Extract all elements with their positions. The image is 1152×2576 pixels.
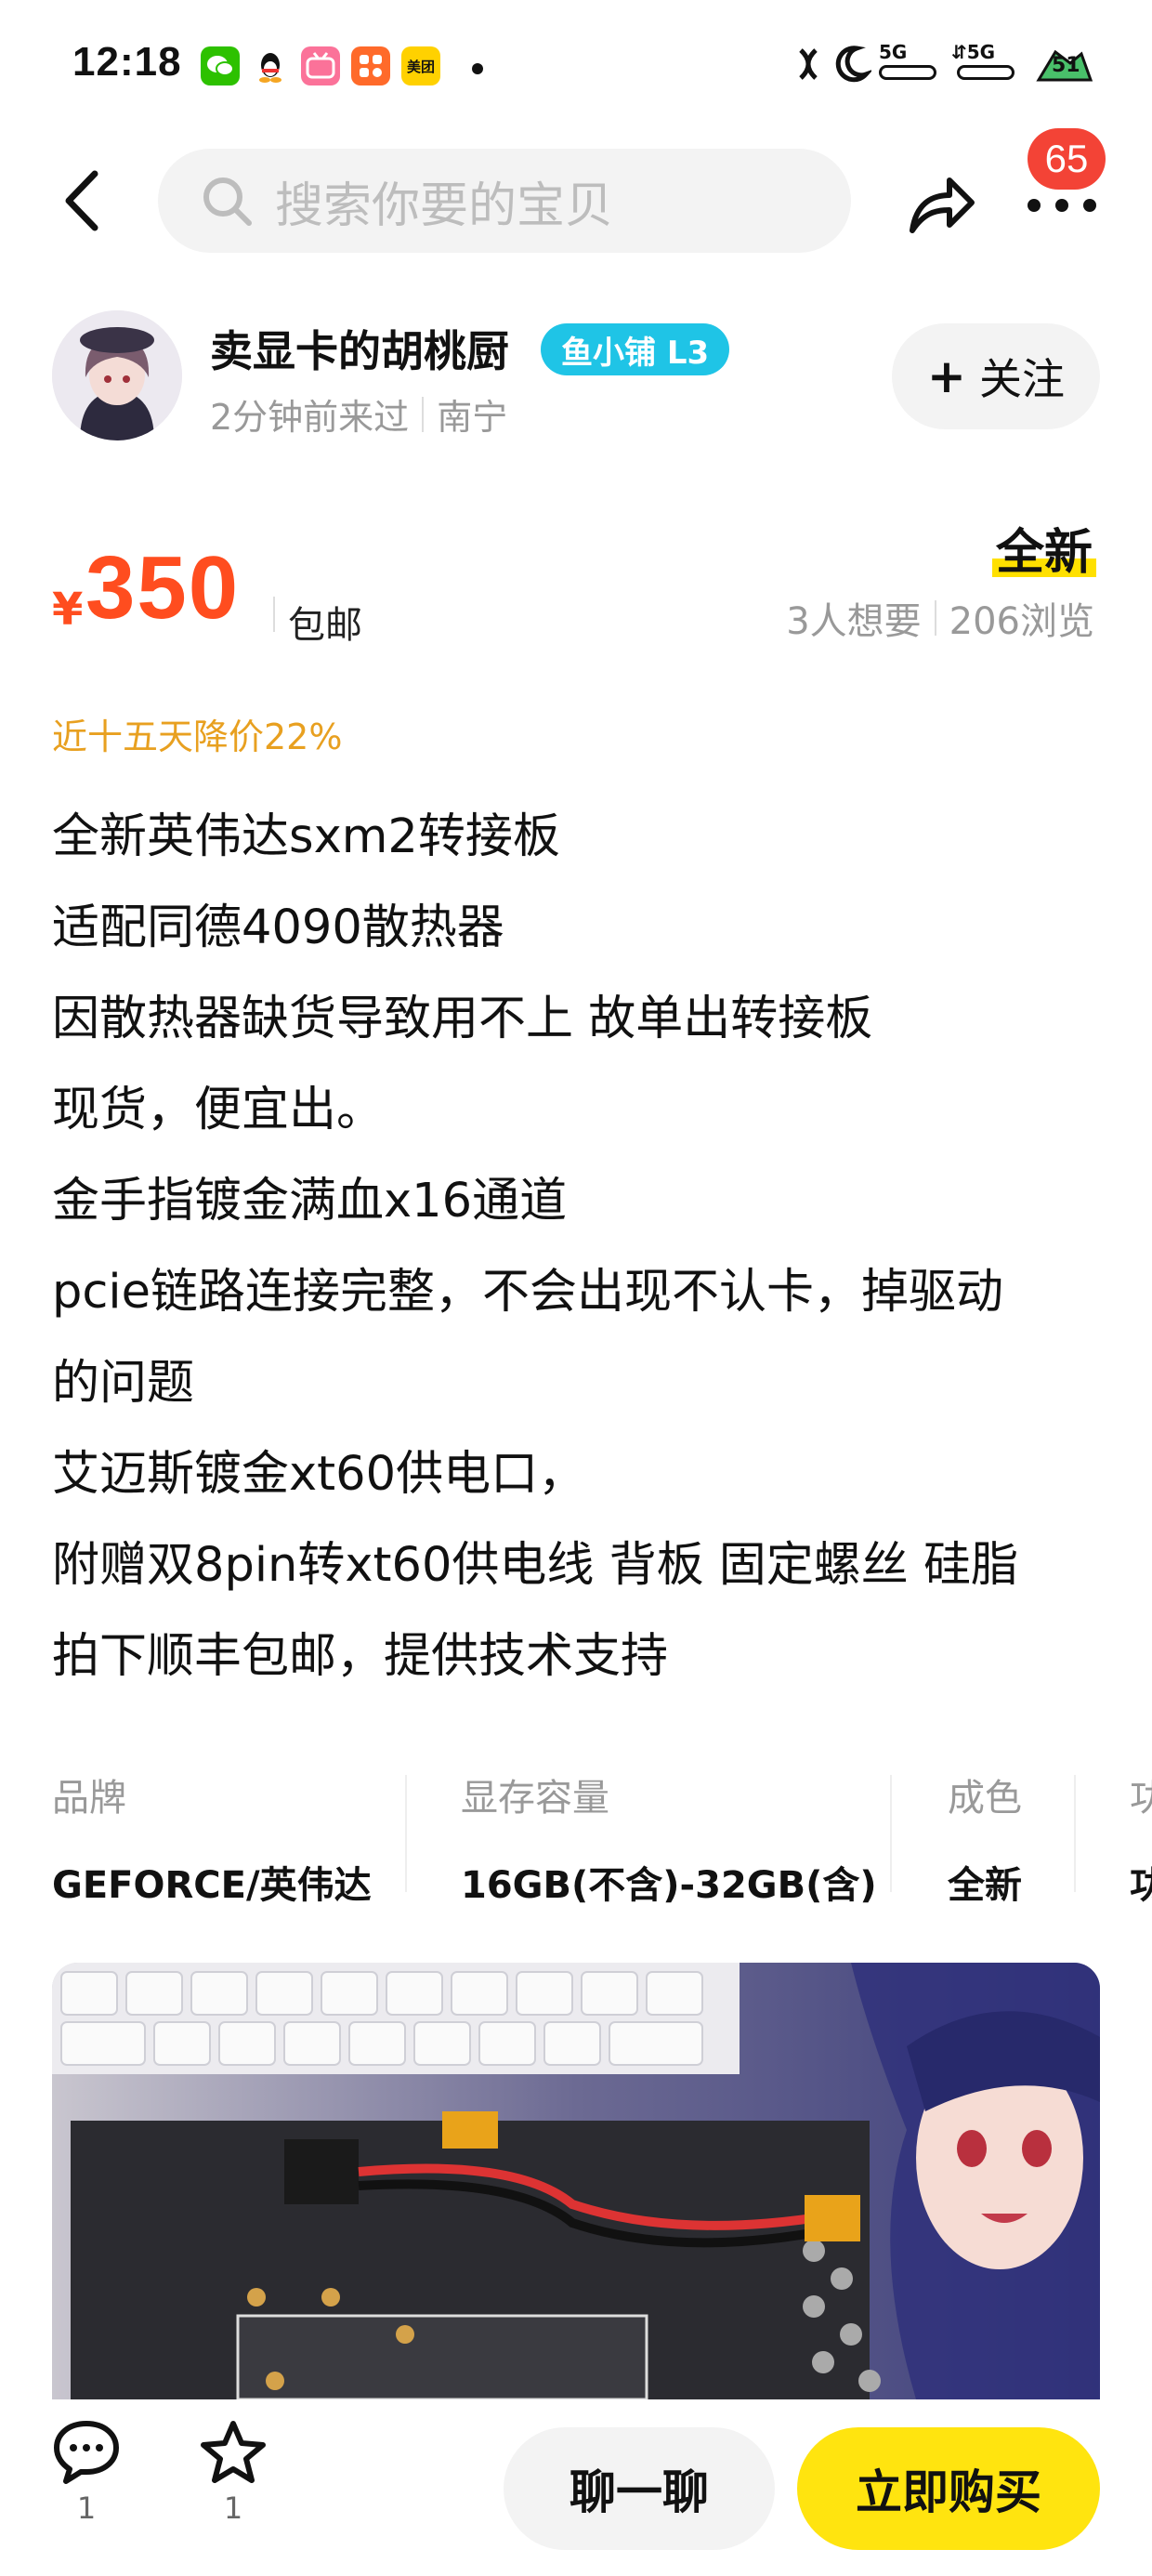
description-line: 因散热器缺货导致用不上 故单出转接板 (52, 992, 873, 1046)
wants-count: 3人想要 (786, 600, 922, 643)
notification-dot (472, 63, 483, 74)
divider (890, 1775, 892, 1892)
spec-condition: 成色 全新 (948, 1747, 1022, 1914)
share-icon (910, 177, 975, 233)
plus-icon: + (927, 349, 966, 403)
battery-icon: 51 (1035, 46, 1094, 84)
store-level-badge: 鱼小铺 L3 (541, 323, 730, 375)
share-button[interactable] (896, 164, 988, 247)
seller-location: 南宁 (437, 397, 508, 438)
more-dot-icon (1028, 199, 1041, 212)
description-line: 金手指镀金满血x16通道 (52, 1174, 568, 1229)
want-view-stats: 3人想要 206浏览 (786, 591, 1094, 645)
bilibili-icon (301, 46, 340, 85)
divider (273, 597, 275, 632)
comment-button[interactable]: 1 (45, 2418, 128, 2526)
status-time: 12:18 (72, 39, 182, 85)
signal-icon-2 (957, 65, 1015, 80)
divider (934, 600, 936, 636)
spec-value: 全新 (948, 1864, 1022, 1907)
search-icon (203, 177, 252, 226)
description-line: 拍下顺丰包邮，提供技术支持 (52, 1629, 669, 1684)
description-line: 艾迈斯镀金xt60供电口， (52, 1447, 586, 1502)
spec-brand: 品牌 GEFORCE/英伟达 (52, 1747, 372, 1914)
network-label-2: ⇵5G (951, 41, 996, 63)
views-count: 206浏览 (949, 600, 1094, 643)
seller-last-seen: 2分钟前来过 (210, 397, 410, 438)
star-icon (201, 2421, 266, 2483)
signal-icon-1 (879, 65, 936, 80)
chat-button[interactable]: 聊一聊 (504, 2427, 775, 2550)
spec-power: 功 功 (1130, 1747, 1152, 1914)
price-currency: ¥ (52, 584, 84, 636)
nfc-icon (799, 48, 818, 80)
comment-count: 1 (76, 2491, 97, 2526)
divider (405, 1775, 407, 1892)
favorite-button[interactable]: 1 (191, 2418, 275, 2526)
description-line: pcie链路连接完整，不会出现不认卡，掉驱动 (52, 1265, 1003, 1320)
more-dot-icon (1055, 199, 1068, 212)
shipping-label: 包邮 (288, 604, 362, 647)
bottom-action-bar: 1 1 聊一聊 立即购买 (0, 2399, 1152, 2576)
back-arrow-icon (65, 170, 98, 231)
comment-icon (54, 2421, 119, 2484)
spec-value: 16GB(不含)-32GB(含) (461, 1864, 877, 1907)
item-description: 全新英伟达sxm2转接板 适配同德4090散热器 因散热器缺货导致用不上 故单出… (52, 792, 1111, 1702)
seller-avatar[interactable] (52, 310, 182, 440)
description-line: 附赠双8pin转xt60供电线 背板 固定螺丝 硅脂 (52, 1538, 1019, 1593)
spec-key: 成色 (948, 1777, 1022, 1820)
seller-name[interactable]: 卖显卡的胡桃厨 (210, 318, 509, 379)
spec-vram: 显存容量 16GB(不含)-32GB(含) (461, 1747, 877, 1914)
spec-key: 品牌 (52, 1777, 126, 1820)
price-value: 350 (85, 538, 241, 637)
do-not-disturb-icon (835, 46, 871, 83)
spec-key: 显存容量 (461, 1777, 609, 1820)
follow-label: 关注 (978, 354, 1065, 404)
condition-tag: 全新 (991, 513, 1097, 583)
product-image[interactable] (52, 1963, 1100, 2399)
meituan-icon: 美团 (401, 46, 440, 85)
search-input[interactable]: 搜索你要的宝贝 (158, 149, 851, 253)
app-grid-icon (351, 46, 390, 85)
seller-meta: 2分钟前来过 南宁 (210, 388, 507, 440)
wechat-icon (201, 46, 240, 85)
spec-row[interactable]: 品牌 GEFORCE/英伟达 显存容量 16GB(不含)-32GB(含) 成色 … (52, 1747, 1152, 1914)
network-label-2-text: 5G (966, 41, 996, 63)
back-button[interactable] (48, 164, 113, 238)
divider (1074, 1775, 1076, 1892)
search-placeholder: 搜索你要的宝贝 (275, 177, 614, 234)
description-line: 全新英伟达sxm2转接板 (52, 809, 560, 864)
meituan-icon-text: 美团 (406, 58, 435, 75)
follow-button[interactable]: + 关注 (892, 323, 1100, 429)
description-line: 的问题 (52, 1356, 195, 1411)
favorite-count: 1 (223, 2491, 243, 2526)
price-drop-note: 近十五天降价22% (52, 716, 343, 757)
network-label-1: 5G (879, 41, 908, 63)
divider (422, 396, 425, 432)
more-dot-icon (1083, 199, 1096, 212)
qq-icon (251, 46, 290, 85)
battery-level: 51 (1052, 54, 1080, 77)
description-line: 现货，便宜出。 (52, 1083, 385, 1137)
buy-now-button[interactable]: 立即购买 (797, 2427, 1100, 2550)
spec-key: 功 (1130, 1777, 1152, 1820)
description-line: 适配同德4090散热器 (52, 900, 504, 955)
spec-value: GEFORCE/英伟达 (52, 1864, 372, 1907)
spec-value: 功 (1130, 1864, 1152, 1907)
message-count-badge: 65 (1028, 128, 1106, 190)
